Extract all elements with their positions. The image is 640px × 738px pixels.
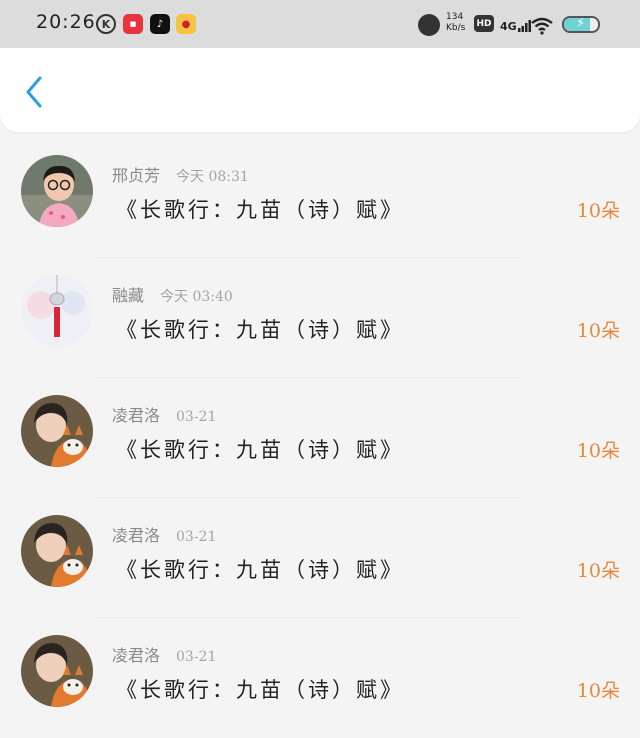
sender-line: 凌君洛 03-21 <box>112 642 216 666</box>
k-icon: K <box>96 14 116 34</box>
sender-name: 凌君洛 <box>112 646 161 665</box>
work-title: 《长歌行：九苗（诗）赋》 <box>116 318 404 342</box>
send-time: 03-21 <box>176 529 217 545</box>
avatar[interactable] <box>21 395 93 467</box>
sender-name: 融藏 <box>112 286 145 305</box>
send-time: 今天 08:31 <box>176 169 249 185</box>
gift-count: 10朵 <box>576 320 620 342</box>
avatar[interactable] <box>21 275 93 347</box>
gift-count: 10朵 <box>576 200 620 222</box>
sender-line: 邢贞芳 今天 08:31 <box>112 162 249 186</box>
work-title: 《长歌行：九苗（诗）赋》 <box>116 558 404 582</box>
send-time: 今天 03:40 <box>160 289 233 305</box>
work-title: 《长歌行：九苗（诗）赋》 <box>116 678 404 702</box>
speed-value: 134 <box>446 12 464 22</box>
avatar[interactable] <box>21 635 93 707</box>
network-speed: 134 Kb/s <box>446 12 465 40</box>
sender-line: 凌君洛 03-21 <box>112 522 216 546</box>
gift-record-list: 邢贞芳 今天 08:31 《长歌行：九苗（诗）赋》 10朵 融藏 今天 03:40 … <box>0 138 640 738</box>
list-item[interactable]: 凌君洛 03-21 《长歌行：九苗（诗）赋》 10朵 <box>0 498 640 618</box>
sender-name: 凌君洛 <box>112 406 161 425</box>
list-item[interactable]: 融藏 今天 03:40 《长歌行：九苗（诗）赋》 10朵 <box>0 258 640 378</box>
status-time: 20:26 <box>36 11 96 33</box>
red-app-icon: ■ <box>123 14 143 34</box>
work-title: 《长歌行：九苗（诗）赋》 <box>116 438 404 462</box>
battery-icon: ⚡ <box>562 16 600 33</box>
tiktok-icon: ♪ <box>150 14 170 34</box>
send-time: 03-21 <box>176 649 217 665</box>
back-button[interactable] <box>16 72 52 112</box>
avatar[interactable] <box>21 515 93 587</box>
sender-line: 凌君洛 03-21 <box>112 402 216 426</box>
list-item[interactable]: 凌君洛 03-21 《长歌行：九苗（诗）赋》 10朵 <box>0 378 640 498</box>
signal-4g: 4G <box>500 12 532 40</box>
sender-line: 融藏 今天 03:40 <box>112 282 233 306</box>
sender-name: 凌君洛 <box>112 526 161 545</box>
list-item[interactable]: 邢贞芳 今天 08:31 《长歌行：九苗（诗）赋》 10朵 <box>0 138 640 258</box>
chevron-left-icon <box>26 76 42 108</box>
sender-name: 邢贞芳 <box>112 166 161 185</box>
send-time: 03-21 <box>176 409 217 425</box>
top-bar <box>0 48 640 132</box>
list-item[interactable]: 凌君洛 03-21 《长歌行：九苗（诗）赋》 10朵 <box>0 618 640 738</box>
alarm-icon <box>418 14 440 36</box>
wifi-icon <box>530 12 554 40</box>
avatar[interactable] <box>21 155 93 227</box>
speed-unit: Kb/s <box>446 23 466 33</box>
status-bar: 20:26 K ■ ♪ ● 134 Kb/s HD 4G ⚡ <box>0 0 640 48</box>
gift-count: 10朵 <box>576 680 620 702</box>
gift-count: 10朵 <box>576 440 620 462</box>
hd-badge: HD <box>474 15 494 32</box>
gift-count: 10朵 <box>576 560 620 582</box>
work-title: 《长歌行：九苗（诗）赋》 <box>116 198 404 222</box>
network-label: 4G <box>500 19 517 33</box>
weibo-icon: ● <box>176 14 196 34</box>
